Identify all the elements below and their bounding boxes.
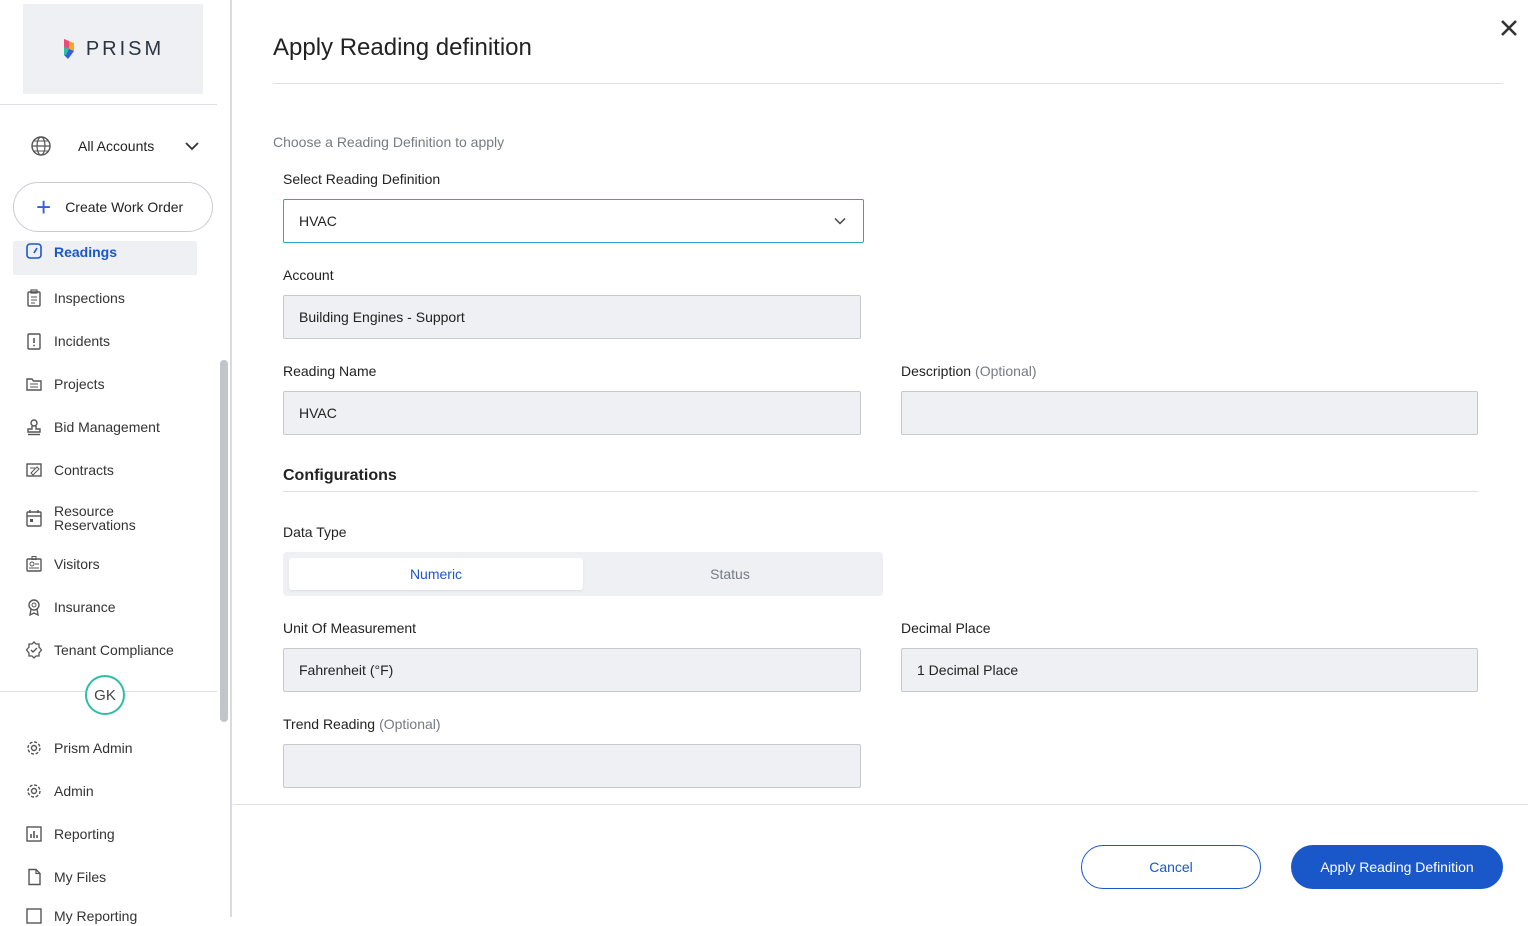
gear-icon bbox=[25, 782, 43, 800]
report-icon bbox=[25, 907, 43, 925]
reading-name-field[interactable]: HVAC bbox=[283, 391, 861, 435]
sidebar-item-label: My Reporting bbox=[54, 908, 138, 924]
unit-of-measurement-field[interactable]: Fahrenheit (°F) bbox=[283, 648, 861, 692]
sidebar-item-tenant-compliance[interactable]: Tenant Compliance bbox=[13, 640, 197, 660]
modal-title: Apply Reading definition bbox=[273, 34, 532, 61]
ribbon-icon bbox=[25, 598, 43, 616]
create-work-order-button[interactable]: + Create Work Order bbox=[13, 182, 213, 232]
trend-reading-label: Trend Reading (Optional) bbox=[283, 716, 441, 732]
divider bbox=[273, 83, 1503, 84]
logo-text: PRISM bbox=[85, 37, 165, 60]
sidebar-item-label: Contracts bbox=[54, 462, 114, 478]
calendar-icon bbox=[25, 509, 43, 527]
decimal-place-field[interactable]: 1 Decimal Place bbox=[901, 648, 1478, 692]
account-selector[interactable]: All Accounts bbox=[30, 134, 200, 158]
reading-name-label: Reading Name bbox=[283, 363, 377, 379]
sidebar-item-my-reporting[interactable]: My Reporting bbox=[13, 906, 197, 926]
sidebar-item-label: Bid Management bbox=[54, 419, 160, 435]
sidebar-item-label: Insurance bbox=[54, 599, 116, 615]
gear-icon bbox=[25, 739, 43, 757]
sidebar-item-contracts[interactable]: Contracts bbox=[13, 460, 197, 480]
sidebar-item-label: My Files bbox=[54, 869, 107, 885]
trend-reading-label-text: Trend Reading bbox=[283, 716, 376, 732]
sidebar-item-incidents[interactable]: Incidents bbox=[13, 331, 197, 351]
check-badge-icon bbox=[25, 641, 43, 659]
hint-text: Choose a Reading Definition to apply bbox=[273, 134, 505, 150]
prism-logo[interactable]: PRISM bbox=[23, 4, 203, 94]
sidebar-item-label: Incidents bbox=[54, 333, 111, 349]
close-button[interactable] bbox=[1495, 14, 1523, 42]
file-icon bbox=[25, 868, 43, 886]
optional-text: (Optional) bbox=[975, 363, 1037, 379]
configurations-title: Configurations bbox=[283, 467, 397, 484]
create-work-order-label: Create Work Order bbox=[65, 199, 184, 215]
contract-icon bbox=[25, 461, 43, 479]
unit-of-measurement-label: Unit Of Measurement bbox=[283, 620, 417, 636]
sidebar-item-label: Readings bbox=[54, 244, 118, 260]
reading-definition-select-value: HVAC bbox=[299, 213, 337, 229]
optional-text: (Optional) bbox=[379, 716, 441, 732]
apply-reading-definition-button[interactable]: Apply Reading Definition bbox=[1291, 845, 1503, 889]
alert-clipboard-icon bbox=[25, 332, 43, 350]
visitor-badge-icon bbox=[25, 555, 43, 573]
plus-icon: + bbox=[36, 192, 52, 222]
sidebar-item-my-files[interactable]: My Files bbox=[13, 867, 197, 887]
description-label-text: Description bbox=[901, 363, 972, 379]
reading-definition-select[interactable]: HVAC bbox=[283, 199, 864, 243]
close-icon bbox=[1501, 20, 1517, 36]
account-label: Account bbox=[283, 267, 334, 283]
sidebar-item-label: Inspections bbox=[54, 290, 125, 306]
divider bbox=[283, 491, 1478, 492]
sidebar-item-bid-management[interactable]: Bid Management bbox=[13, 417, 197, 437]
sidebar-item-reporting[interactable]: Reporting bbox=[13, 824, 197, 844]
folder-icon bbox=[25, 375, 43, 393]
sidebar-item-prism-admin[interactable]: Prism Admin bbox=[13, 738, 197, 758]
sidebar-item-label: Resource Reservations bbox=[54, 503, 136, 533]
clipboard-icon bbox=[25, 289, 43, 307]
cancel-button[interactable]: Cancel bbox=[1081, 845, 1261, 889]
footer-divider bbox=[233, 804, 1528, 805]
decimal-place-label: Decimal Place bbox=[901, 620, 991, 636]
chevron-down-icon bbox=[185, 142, 199, 151]
select-reading-definition-label: Select Reading Definition bbox=[283, 171, 441, 187]
sidebar: PRISM All Accounts + Create Work Order R… bbox=[0, 0, 232, 924]
prism-logo-icon bbox=[63, 39, 74, 59]
sidebar-item-projects[interactable]: Projects bbox=[13, 374, 197, 394]
stamp-icon bbox=[25, 418, 43, 436]
sidebar-item-insurance[interactable]: Insurance bbox=[13, 597, 197, 617]
data-type-status-option[interactable]: Status bbox=[583, 558, 877, 590]
chevron-down-icon bbox=[834, 217, 846, 225]
sidebar-item-admin[interactable]: Admin bbox=[13, 781, 197, 801]
description-field[interactable] bbox=[901, 391, 1478, 435]
gauge-icon bbox=[25, 242, 43, 260]
sidebar-item-readings[interactable]: Readings bbox=[13, 241, 197, 275]
sidebar-item-label: Reporting bbox=[54, 826, 115, 842]
sidebar-item-label: Admin bbox=[54, 783, 94, 799]
sidebar-item-visitors[interactable]: Visitors bbox=[13, 554, 197, 574]
sidebar-item-label: Projects bbox=[54, 376, 105, 392]
sidebar-scrollbar[interactable] bbox=[220, 360, 228, 722]
description-label: Description (Optional) bbox=[901, 363, 1037, 379]
bar-chart-icon bbox=[25, 825, 43, 843]
account-field[interactable]: Building Engines - Support bbox=[283, 295, 861, 339]
globe-icon bbox=[31, 136, 51, 156]
sidebar-item-resource-reservations[interactable]: Resource Reservations bbox=[13, 503, 197, 533]
sidebar-item-label: Prism Admin bbox=[54, 740, 133, 756]
apply-reading-definition-modal: Apply Reading definition Choose a Readin… bbox=[233, 0, 1528, 917]
sidebar-item-label: Visitors bbox=[54, 556, 100, 572]
data-type-label: Data Type bbox=[283, 524, 347, 540]
data-type-toggle: Numeric Status bbox=[283, 552, 883, 596]
account-selector-label: All Accounts bbox=[78, 138, 155, 154]
data-type-numeric-option[interactable]: Numeric bbox=[289, 558, 583, 590]
avatar[interactable]: GK bbox=[85, 675, 125, 715]
sidebar-nav: Readings Inspections Incidents Projects … bbox=[13, 241, 217, 689]
trend-reading-field[interactable] bbox=[283, 744, 861, 788]
sidebar-item-label: Tenant Compliance bbox=[54, 642, 174, 658]
divider bbox=[0, 104, 217, 105]
sidebar-item-inspections[interactable]: Inspections bbox=[13, 288, 197, 308]
